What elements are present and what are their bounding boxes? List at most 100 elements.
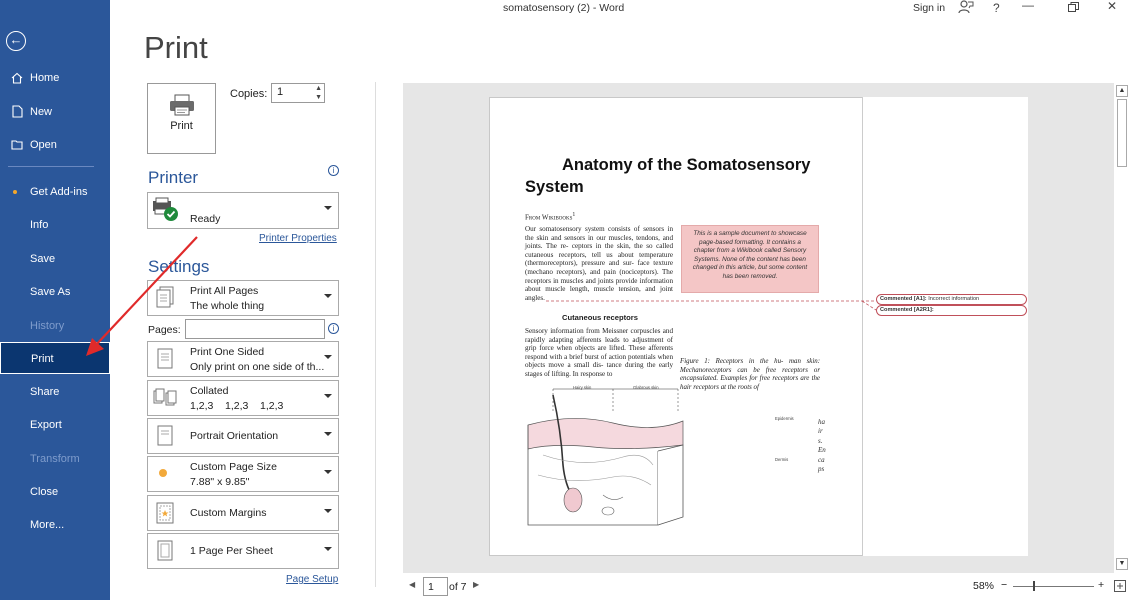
source-line: From Wikibooks1 — [525, 212, 575, 221]
copies-label: Copies: — [230, 88, 268, 100]
figure-label-hairy-skin: Hairy skin — [573, 385, 592, 390]
nav-info[interactable]: Info — [0, 209, 110, 241]
comment-label: Commented [A1]: — [880, 296, 927, 302]
nav-save-label: Save — [30, 253, 56, 265]
word-backstage: somatosensory (2) - Word Sign in ? — ✕ ←… — [0, 0, 1132, 600]
print-button[interactable]: Print — [147, 83, 216, 154]
sensory-paragraph: Sensory information from Meissner corpus… — [525, 327, 673, 378]
nav-save[interactable]: Save — [0, 243, 110, 275]
margins-title: Custom Margins — [190, 507, 267, 519]
sides-sub: Only print on one side of th... — [190, 361, 325, 373]
minimize-icon[interactable]: — — [1022, 0, 1034, 12]
print-range-dropdown[interactable]: Print All Pages The whole thing — [147, 280, 339, 316]
page-number-input[interactable]: 1 — [423, 577, 448, 596]
nav-close[interactable]: Close — [0, 476, 110, 508]
sides-dropdown[interactable]: Print One Sided Only print on one side o… — [147, 341, 339, 377]
page-setup-link[interactable]: Page Setup — [286, 574, 338, 585]
close-window-icon[interactable]: ✕ — [1107, 0, 1117, 13]
nav-save-as-label: Save As — [30, 286, 71, 298]
coauthor-icon[interactable] — [958, 0, 974, 17]
chevron-down-icon — [324, 294, 332, 298]
document-heading: Anatomy of the Somatosensory System — [525, 156, 811, 196]
print-range-sub: The whole thing — [190, 300, 265, 312]
pages-per-sheet-dropdown[interactable]: 1 Page Per Sheet — [147, 533, 339, 569]
zoom-out-button[interactable]: − — [1001, 579, 1007, 591]
body-paragraph: Our somatosensory system consists of sen… — [525, 225, 673, 302]
chevron-down-icon — [324, 470, 332, 474]
backstage-sidebar: ← Home New Open Get Add-ins Info Save Sa… — [0, 0, 110, 600]
comment-text: Incorrect information — [928, 296, 980, 302]
nav-home[interactable]: Home — [0, 62, 110, 94]
nav-share[interactable]: Share — [0, 376, 110, 408]
comment-bubble[interactable]: Commented [A1]: Incorrect information — [876, 294, 1027, 305]
nav-transform: Transform — [0, 443, 110, 475]
scroll-up-icon[interactable]: ▲ — [1116, 85, 1128, 97]
previous-page-icon[interactable]: ◀ — [409, 580, 415, 589]
collation-dropdown[interactable]: Collated 1,2,3 1,2,3 1,2,3 — [147, 380, 339, 416]
collation-sub: 1,2,3 1,2,3 1,2,3 — [190, 400, 284, 412]
nav-get-add-ins[interactable]: Get Add-ins — [0, 176, 110, 208]
sign-in-link[interactable]: Sign in — [913, 2, 945, 14]
margins-dropdown[interactable]: Custom Margins — [147, 495, 339, 531]
home-icon — [9, 62, 25, 96]
chevron-down-icon — [324, 547, 332, 551]
figure-label-dermis: Dermis — [775, 457, 788, 462]
nav-more[interactable]: More... — [0, 509, 110, 541]
pages-input[interactable] — [185, 319, 325, 339]
next-page-icon[interactable]: ▶ — [473, 580, 479, 589]
figure-label-epidermis: Epidermis — [775, 416, 794, 421]
nav-info-label: Info — [30, 219, 49, 231]
orientation-title: Portrait Orientation — [190, 430, 279, 442]
printer-status: Ready — [190, 213, 221, 225]
nav-print[interactable]: Print — [0, 342, 110, 374]
collated-icon — [153, 386, 177, 410]
page-size-icon — [153, 462, 177, 486]
back-arrow-icon[interactable]: ← — [6, 31, 26, 51]
help-button[interactable]: ? — [993, 1, 1000, 15]
open-folder-icon — [9, 129, 25, 162]
spin-arrows-icon[interactable]: ▲ ▼ — [315, 84, 322, 102]
scroll-thumb[interactable] — [1117, 99, 1127, 167]
preview-scrollbar[interactable]: ▲ ▼ — [1115, 83, 1129, 573]
fit-to-window-icon[interactable] — [1114, 580, 1126, 595]
nav-print-label: Print — [31, 353, 54, 365]
pages-per-sheet-title: 1 Page Per Sheet — [190, 545, 273, 557]
chevron-down-icon — [324, 509, 332, 513]
comment-bubble[interactable]: Commented [A2R1]: — [876, 305, 1027, 316]
zoom-level[interactable]: 58% — [973, 580, 994, 592]
one-sided-page-icon — [153, 347, 177, 371]
document-title: somatosensory (2) - Word — [503, 2, 625, 14]
nav-open[interactable]: Open — [0, 129, 110, 161]
copies-stepper[interactable]: 1 ▲ ▼ — [271, 83, 325, 103]
nav-close-label: Close — [30, 486, 59, 498]
sides-title: Print One Sided — [190, 346, 265, 358]
nav-export[interactable]: Export — [0, 409, 110, 441]
settings-heading: Settings — [148, 257, 210, 276]
page-size-title: Custom Page Size — [190, 461, 277, 473]
info-icon[interactable]: i — [328, 165, 339, 176]
collation-title: Collated — [190, 385, 229, 397]
comment-label: Commented [A2R1]: — [880, 307, 934, 313]
orientation-dropdown[interactable]: Portrait Orientation — [147, 418, 339, 454]
print-button-label: Print — [170, 120, 193, 132]
nav-open-label: Open — [30, 139, 57, 151]
zoom-slider-thumb[interactable] — [1033, 581, 1035, 591]
printer-properties-link[interactable]: Printer Properties — [259, 233, 337, 244]
title-bar: somatosensory (2) - Word Sign in ? — ✕ — [110, 0, 1132, 18]
zoom-control: 58% − + — [972, 576, 1132, 596]
nav-new[interactable]: New — [0, 96, 110, 128]
print-range-title: Print All Pages — [190, 285, 259, 297]
scroll-down-icon[interactable]: ▼ — [1116, 558, 1128, 570]
page-size-dropdown[interactable]: Custom Page Size 7.88" x 9.85" — [147, 456, 339, 492]
nav-home-label: Home — [30, 72, 60, 84]
restore-icon[interactable] — [1068, 1, 1079, 15]
zoom-in-button[interactable]: + — [1098, 579, 1104, 591]
nav-more-label: More... — [30, 519, 65, 531]
printer-dropdown[interactable]: Ready — [147, 192, 339, 229]
copies-value: 1 — [277, 86, 284, 98]
zoom-slider-track[interactable] — [1013, 586, 1094, 587]
nav-save-as[interactable]: Save As — [0, 276, 110, 308]
printer-icon — [169, 94, 195, 116]
info-icon[interactable]: i — [328, 323, 339, 334]
skin-receptor-figure: Hairy skin Glabrous skin Epidermis Dermi… — [527, 385, 794, 526]
